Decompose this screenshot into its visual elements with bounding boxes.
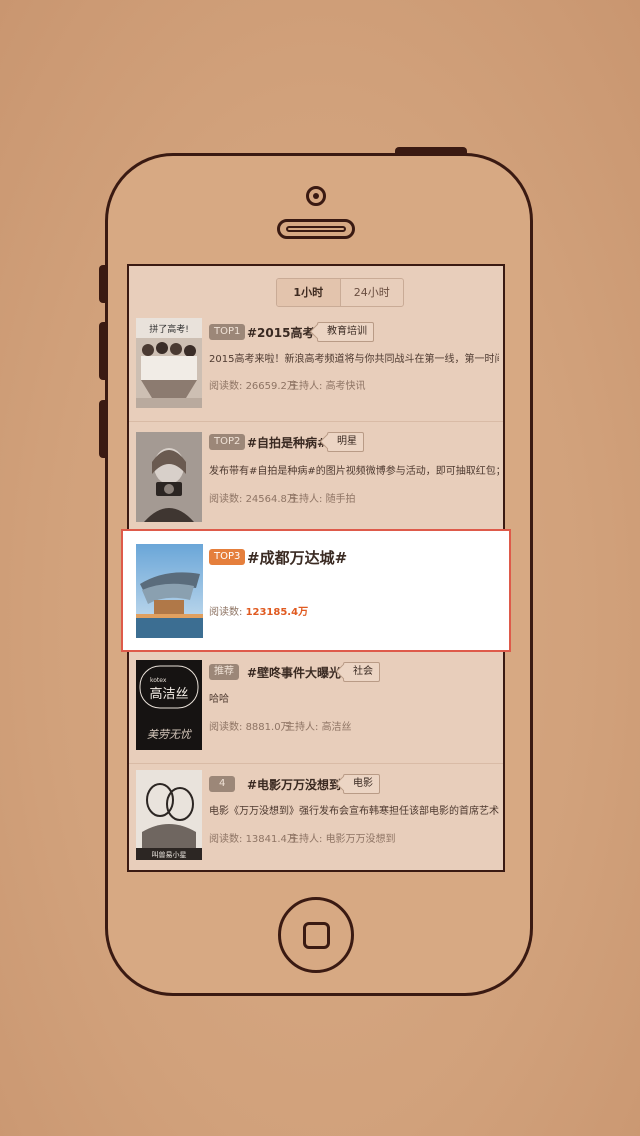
- read-count-label: 阅读数:: [209, 381, 243, 392]
- rank-badge: TOP1: [209, 324, 246, 340]
- topic-title[interactable]: #自拍是种病#: [247, 434, 327, 451]
- topic-title[interactable]: #成都万达城#: [247, 547, 347, 568]
- host-name[interactable]: 高考快讯: [326, 381, 366, 392]
- rank-badge: TOP2: [209, 434, 246, 450]
- host-label: 主持人:: [289, 381, 323, 392]
- category-tag[interactable]: 电影: [343, 774, 380, 794]
- host-label: 主持人:: [289, 834, 323, 845]
- list-item[interactable]: TOP2 #自拍是种病# 明星 发布带有#自拍是种病#的图片视频微博参与活动，即…: [129, 422, 503, 532]
- topic-thumbnail: [136, 544, 203, 638]
- category-tag[interactable]: 明星: [327, 432, 364, 452]
- front-camera-icon: [306, 186, 326, 206]
- rank-badge: TOP3: [209, 549, 246, 565]
- home-button: [278, 897, 354, 973]
- thumb-slogan: 美劳无忧: [147, 728, 193, 741]
- host-label: 主持人:: [289, 494, 323, 505]
- speaker-grille: [277, 219, 355, 239]
- host: 主持人: 高考快讯: [289, 377, 366, 392]
- host: 主持人: 高洁丝: [285, 718, 352, 733]
- read-count-label: 阅读数:: [209, 722, 243, 733]
- host-name[interactable]: 电影万万没想到: [326, 834, 396, 845]
- highlighted-topic-card[interactable]: TOP3 #成都万达城# 阅读数: 123185.4万: [121, 529, 511, 652]
- topic-description: 电影《万万没想到》强行发布会宣布韩寒担任该部电影的首席艺术指导，...: [209, 806, 499, 817]
- list-item[interactable]: 叫兽易小星 4 #电影万万没想到# 电影 电影《万万没想到》强行发布会宣布韩寒担…: [129, 764, 503, 870]
- thumb-caption: 叫兽易小星: [152, 850, 187, 859]
- category-tag[interactable]: 教育培训: [317, 322, 374, 342]
- read-count: 阅读数: 13841.4万: [209, 830, 297, 845]
- host-name[interactable]: 高洁丝: [322, 722, 352, 733]
- read-count-value: 8881.0万: [245, 722, 291, 733]
- time-tabs: 1小时 24小时: [276, 278, 404, 307]
- host-name[interactable]: 随手拍: [326, 494, 356, 505]
- topic-thumbnail: kotex 高洁丝 美劳无忧: [136, 660, 202, 750]
- list-item[interactable]: 拼了高考! TOP1 #2015高考# 教育培训 2015高考来啦！新浪高考频道…: [129, 312, 503, 422]
- host: 主持人: 随手拍: [289, 490, 356, 505]
- read-count: 阅读数: 8881.0万: [209, 718, 291, 733]
- volume-down-button: [99, 400, 107, 458]
- thumb-brand: kotex: [150, 677, 167, 684]
- thumb-caption: 拼了高考!: [149, 323, 189, 335]
- tab-1-hour[interactable]: 1小时: [277, 279, 341, 306]
- read-count: 阅读数: 26659.2万: [209, 377, 297, 392]
- topic-thumbnail: 叫兽易小星: [136, 770, 202, 860]
- topic-thumbnail: [136, 432, 202, 522]
- home-square-icon: [303, 922, 330, 949]
- rank-badge: 4: [209, 776, 236, 792]
- topic-description: 2015高考来啦！新浪高考频道将与你共同战斗在第一线，第一时间发布权...: [209, 354, 499, 365]
- topic-description: 哈哈: [209, 694, 229, 705]
- read-count-label: 阅读数:: [209, 494, 243, 505]
- host: 主持人: 电影万万没想到: [289, 830, 396, 845]
- read-count-label: 阅读数:: [209, 607, 243, 618]
- read-count: 阅读数: 123185.4万: [209, 603, 308, 618]
- read-count-label: 阅读数:: [209, 834, 243, 845]
- host-label: 主持人:: [285, 722, 319, 733]
- topic-title[interactable]: #壁咚事件大曝光#: [247, 664, 351, 681]
- category-tag[interactable]: 社会: [343, 662, 380, 682]
- read-count-value: 123185.4万: [245, 607, 309, 618]
- topic-description: 发布带有#自拍是种病#的图片视频微博参与活动，即可抽取红包；使用微...: [209, 466, 499, 477]
- thumb-brand-cn: 高洁丝: [149, 686, 188, 702]
- power-button: [395, 147, 467, 155]
- mute-switch: [99, 265, 107, 303]
- topic-title[interactable]: #电影万万没想到#: [247, 776, 351, 793]
- volume-up-button: [99, 322, 107, 380]
- recommend-badge: 推荐: [209, 664, 239, 680]
- list-item[interactable]: kotex 高洁丝 美劳无忧 推荐 #壁咚事件大曝光# 社会 哈哈 阅读数: 8…: [129, 654, 503, 764]
- read-count: 阅读数: 24564.8万: [209, 490, 297, 505]
- topic-thumbnail: 拼了高考!: [136, 318, 202, 408]
- tab-24-hours[interactable]: 24小时: [341, 279, 404, 306]
